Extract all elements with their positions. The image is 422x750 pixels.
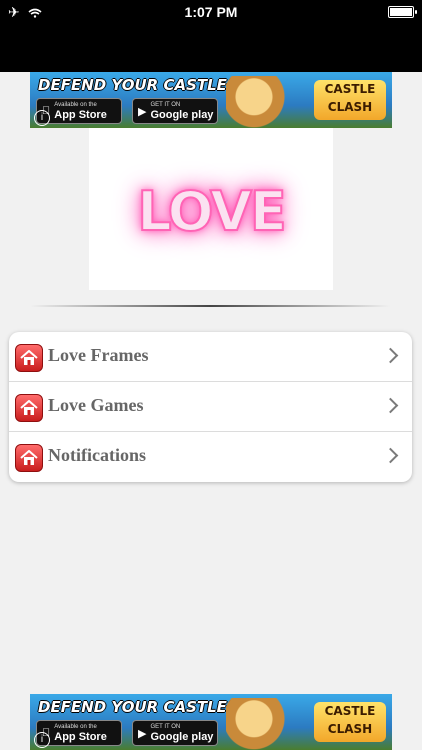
google-small-text: GET IT ON <box>150 723 181 730</box>
ad-character-image <box>226 698 296 750</box>
appstore-small-text: Available on the <box>46 101 97 108</box>
chevron-right-icon <box>382 347 399 364</box>
home-icon <box>15 394 43 422</box>
ad-banner-top[interactable]: DEFEND YOUR CASTLE!  Available on the A… <box>30 72 392 128</box>
menu-item-love-frames[interactable]: Love Frames <box>9 332 412 382</box>
appstore-small-text: Available on the <box>46 723 97 730</box>
google-small-text: GET IT ON <box>150 101 181 108</box>
navigation-bar <box>0 24 422 72</box>
google-play-icon: ▶ <box>138 105 147 118</box>
ad-headline: DEFEND YOUR CASTLE! <box>38 698 234 716</box>
status-bar: ✈ 1:07 PM <box>0 0 422 24</box>
love-logo-text: LOVE <box>136 179 288 244</box>
home-icon <box>15 344 43 372</box>
status-time: 1:07 PM <box>184 4 238 20</box>
love-logo-image: LOVE <box>89 128 333 290</box>
google-play-badge[interactable]: ▶ GET IT ON Google play <box>132 720 218 746</box>
castle-clash-logo: CASTLE CLASH <box>314 702 386 742</box>
divider <box>30 305 390 307</box>
menu-list: Love Frames Love Games Notifications <box>9 332 412 482</box>
castle-clash-logo: CASTLE CLASH <box>314 80 386 120</box>
ad-banner-bottom[interactable]: DEFEND YOUR CASTLE!  Available on the A… <box>30 694 392 750</box>
ad-headline: DEFEND YOUR CASTLE! <box>38 76 234 94</box>
google-label: Google play <box>150 108 214 121</box>
menu-item-label: Love Frames <box>48 345 149 365</box>
ad-info-icon[interactable]: i <box>34 110 50 126</box>
google-play-badge[interactable]: ▶ GET IT ON Google play <box>132 98 218 124</box>
google-label: Google play <box>150 730 214 743</box>
ad-character-image <box>226 76 296 128</box>
menu-item-love-games[interactable]: Love Games <box>9 382 412 432</box>
battery-icon <box>388 6 417 18</box>
home-icon <box>15 444 43 472</box>
menu-item-label: Love Games <box>48 395 144 415</box>
appstore-label: App Store <box>46 730 107 743</box>
ad-info-icon[interactable]: i <box>34 732 50 748</box>
appstore-label: App Store <box>46 108 107 121</box>
chevron-right-icon <box>382 397 399 414</box>
menu-item-notifications[interactable]: Notifications <box>9 432 412 482</box>
chevron-right-icon <box>382 447 399 464</box>
google-play-icon: ▶ <box>138 727 147 740</box>
menu-item-label: Notifications <box>48 445 146 465</box>
